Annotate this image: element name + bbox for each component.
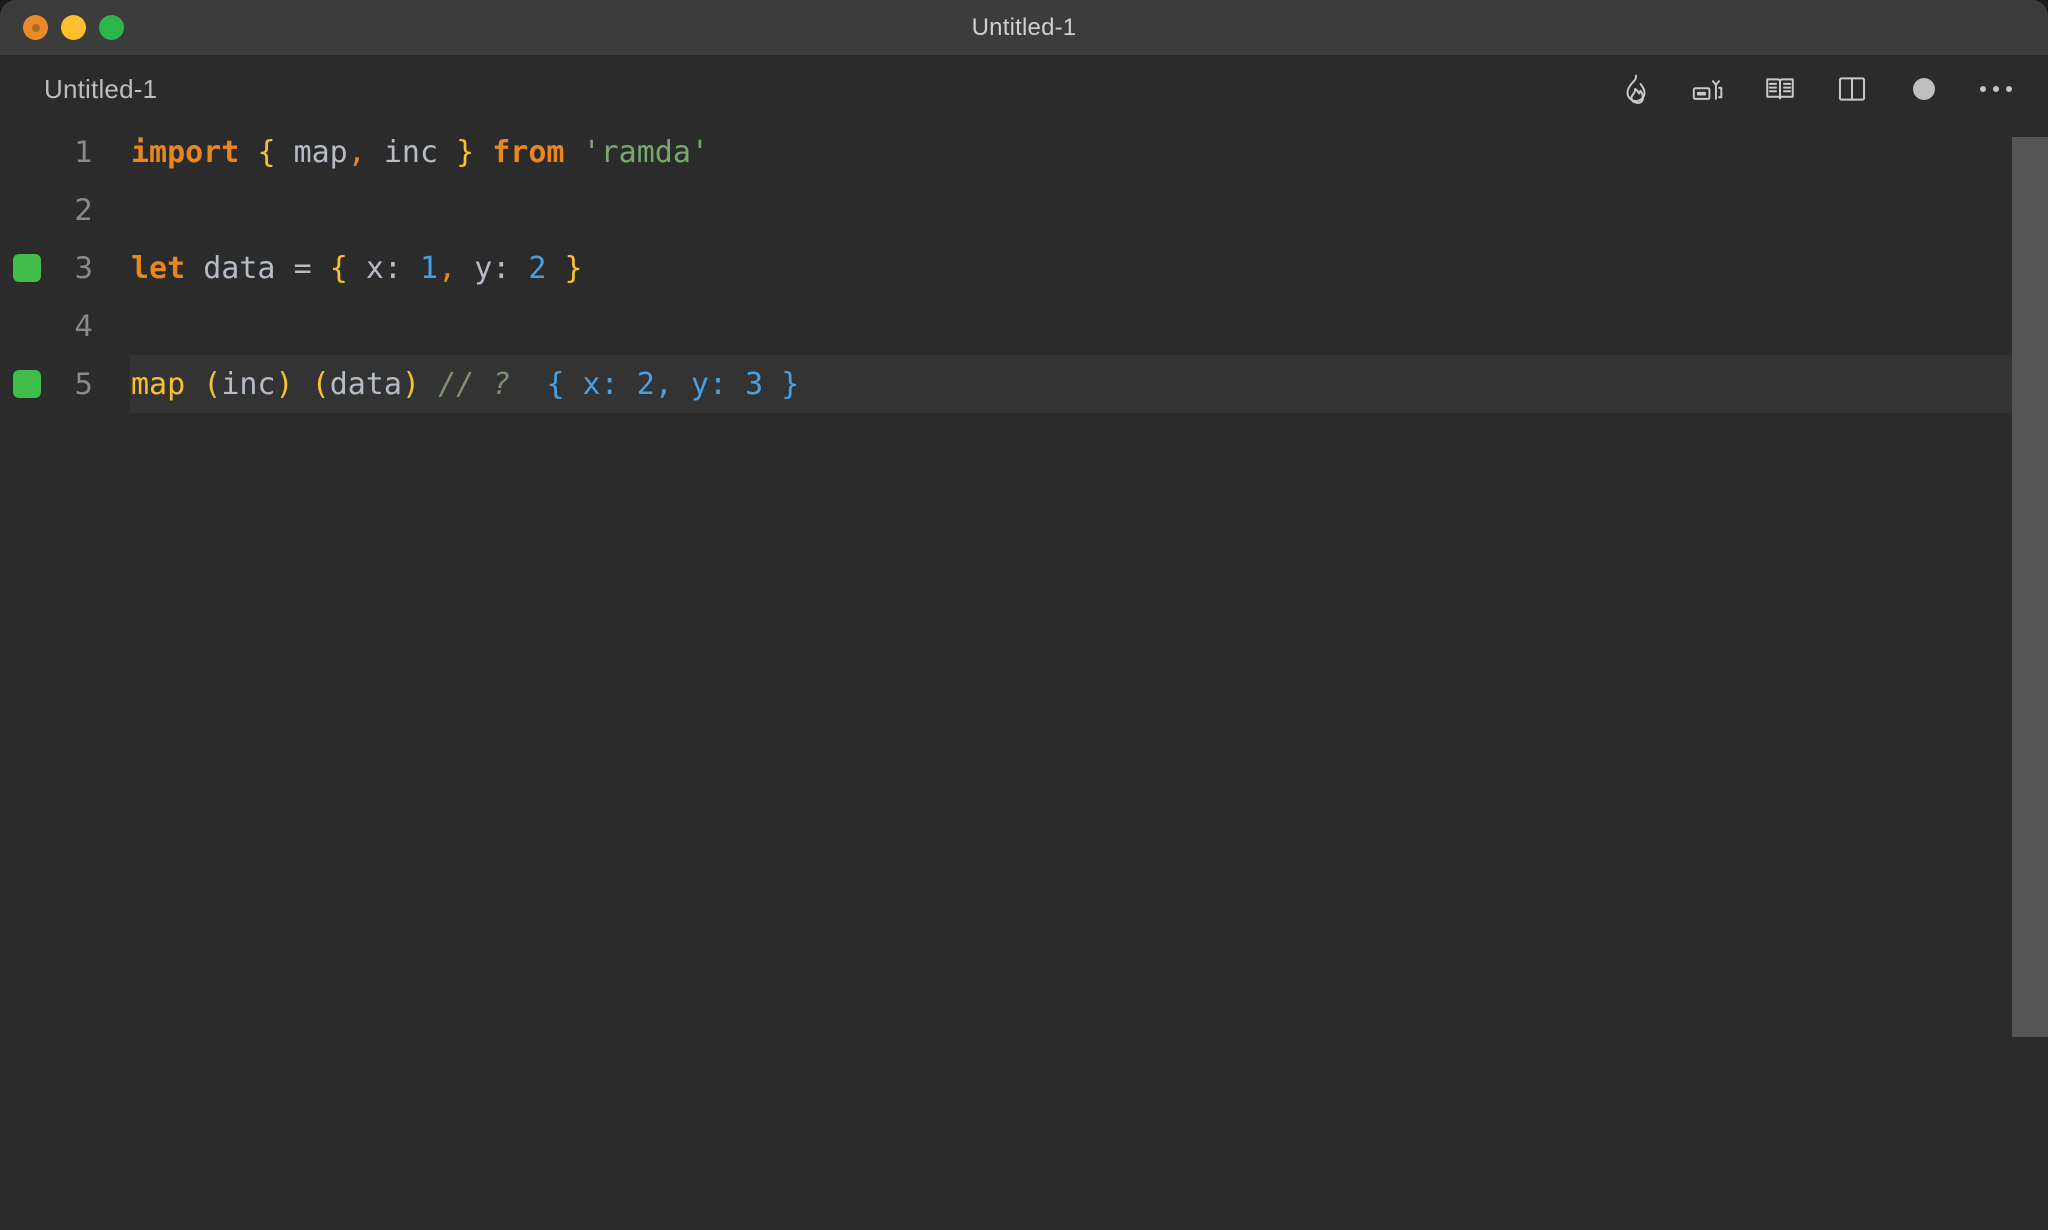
code-token-result: { x: 2, y: 3 } bbox=[546, 366, 800, 402]
line-number: 4 bbox=[74, 309, 93, 343]
code-lines-container: 1 import { map, inc } from 'ramda' 2 3 let d… bbox=[0, 123, 2048, 413]
code-line[interactable]: 4 bbox=[0, 297, 2048, 355]
code-token-str: 'ramda' bbox=[582, 134, 709, 170]
editor-tab-bar: Untitled-1 bbox=[0, 55, 2048, 123]
window-title: Untitled-1 bbox=[971, 13, 1077, 41]
code-line-content bbox=[130, 181, 2048, 239]
code-token-punct bbox=[276, 251, 294, 286]
code-token-ident: inc bbox=[221, 366, 276, 402]
code-token-ident: map bbox=[293, 134, 348, 170]
ellipsis-icon[interactable] bbox=[1974, 67, 2018, 111]
code-line[interactable]: 3 let data = { x: 1, y: 2 } bbox=[0, 239, 2048, 297]
split-editor-icon[interactable] bbox=[1830, 67, 1874, 111]
code-token-ident: x: bbox=[365, 250, 402, 286]
code-token-brace: { bbox=[329, 250, 348, 286]
code-token-punct bbox=[348, 251, 366, 286]
maximize-window-button[interactable] bbox=[99, 15, 124, 40]
code-token-brace: } bbox=[456, 134, 475, 170]
code-token-kw: from bbox=[492, 134, 565, 170]
code-token-op: = bbox=[293, 250, 312, 286]
code-token-punct bbox=[276, 135, 294, 170]
code-token-comment: // ? bbox=[438, 366, 511, 402]
code-line-content bbox=[130, 297, 2048, 355]
code-editor-window: Untitled-1 Untitled-1 1 import {map, in… bbox=[0, 0, 2048, 1230]
editor-toolbar bbox=[1614, 67, 2048, 111]
code-line-content: map (inc) (data) // ? { x: 2, y: 3 } bbox=[130, 355, 2048, 413]
close-window-button[interactable] bbox=[23, 15, 48, 40]
code-token-punct bbox=[474, 135, 492, 170]
code-line[interactable]: 1 import { map, inc } from 'ramda' bbox=[0, 123, 2048, 181]
code-token-punct bbox=[565, 135, 583, 170]
code-line[interactable]: 2 bbox=[0, 181, 2048, 239]
record-dot-icon[interactable] bbox=[1902, 67, 1946, 111]
traffic-light-controls bbox=[0, 15, 124, 40]
tab-untitled-1[interactable]: Untitled-1 bbox=[0, 74, 157, 105]
code-token-brace: } bbox=[564, 250, 583, 286]
code-token-fn: ) bbox=[401, 366, 420, 402]
minimize-window-button[interactable] bbox=[61, 15, 86, 40]
code-token-punct bbox=[366, 135, 384, 170]
code-token-ident: y: bbox=[474, 250, 511, 286]
code-token-num: 2 bbox=[528, 250, 547, 286]
code-token-ident: data bbox=[203, 250, 276, 286]
code-token-punct bbox=[420, 367, 438, 402]
code-token-fn: ( bbox=[311, 366, 330, 402]
code-token-punct bbox=[438, 135, 456, 170]
code-line-content: import { map, inc } from 'ramda' bbox=[130, 123, 2048, 181]
code-token-num: 1 bbox=[420, 250, 439, 286]
code-token-punct bbox=[185, 251, 203, 286]
code-token-punct bbox=[546, 251, 564, 286]
vertical-scrollbar[interactable] bbox=[2012, 123, 2048, 1230]
code-token-kw: let bbox=[131, 250, 186, 286]
code-token-punct bbox=[312, 251, 330, 286]
code-token-ident: data bbox=[329, 366, 402, 402]
rename-symbol-icon[interactable] bbox=[1686, 67, 1730, 111]
code-token-ident: inc bbox=[383, 134, 439, 170]
code-token-fn: map bbox=[131, 366, 186, 402]
code-token-punct bbox=[239, 135, 257, 170]
code-token-punct bbox=[510, 251, 528, 286]
line-number: 1 bbox=[74, 135, 93, 169]
code-token-kw: import bbox=[131, 134, 240, 170]
code-line[interactable]: 5 map (inc) (data) // ? { x: 2, y: 3 } bbox=[0, 355, 2048, 413]
code-token-fn: ) bbox=[275, 366, 294, 402]
scrollbar-thumb[interactable] bbox=[2012, 137, 2048, 1037]
line-number: 2 bbox=[74, 193, 93, 227]
flame-icon[interactable] bbox=[1614, 67, 1658, 111]
gutter-breakpoint-marker[interactable] bbox=[13, 370, 41, 398]
code-token-punct bbox=[185, 367, 203, 402]
gutter-breakpoint-marker[interactable] bbox=[13, 254, 41, 282]
code-token-brace: { bbox=[257, 134, 276, 170]
code-token-comma: , bbox=[347, 134, 366, 170]
code-token-punct bbox=[402, 251, 420, 286]
code-token-punct bbox=[510, 367, 546, 402]
code-editor-area[interactable]: 1 import { map, inc } from 'ramda' 2 3 let d… bbox=[0, 123, 2048, 1230]
code-token-punct bbox=[456, 251, 474, 286]
code-token-comma: , bbox=[438, 250, 457, 286]
window-titlebar: Untitled-1 bbox=[0, 0, 2048, 55]
open-book-icon[interactable] bbox=[1758, 67, 1802, 111]
code-token-punct bbox=[294, 367, 312, 402]
code-line-content: let data = { x: 1, y: 2 } bbox=[130, 239, 2048, 297]
code-token-fn: ( bbox=[203, 366, 222, 402]
